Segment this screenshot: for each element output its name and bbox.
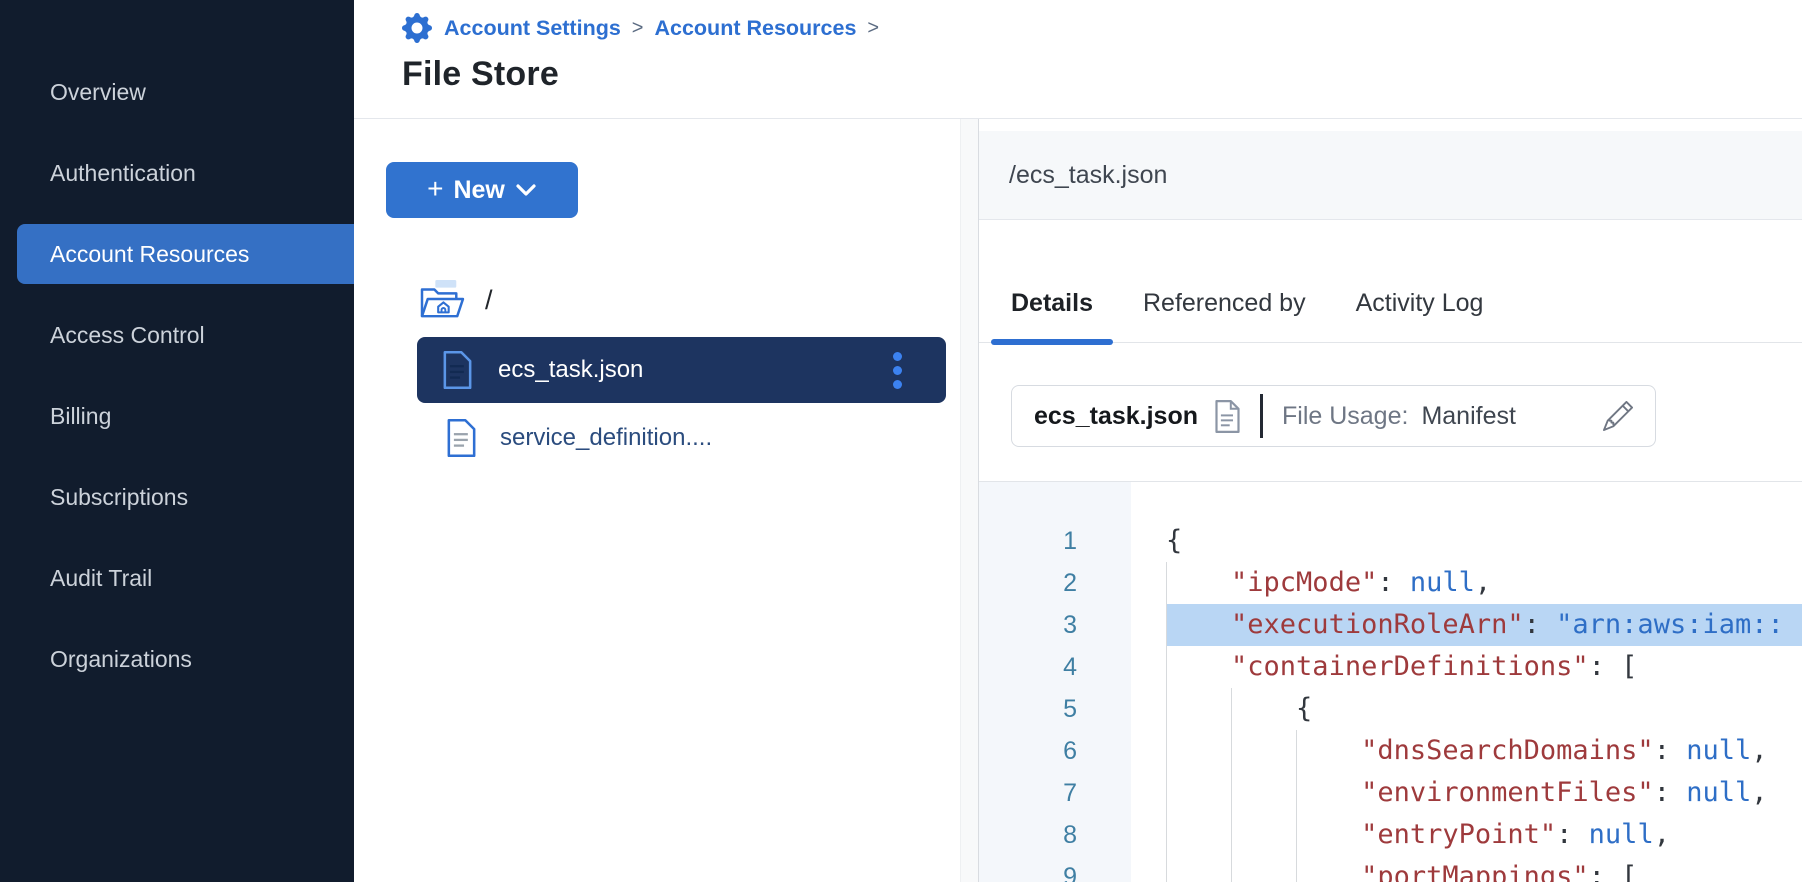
line-number: 7 — [979, 772, 1077, 814]
indent-guide — [1166, 562, 1167, 604]
indent-guide — [1166, 604, 1167, 646]
sidebar-item-billing[interactable]: Billing — [0, 386, 354, 446]
file-store-panel: + New / ecs_task.json — [354, 119, 978, 882]
kebab-menu-icon[interactable] — [877, 337, 917, 403]
code-line: "entryPoint": null, — [1166, 814, 1802, 856]
code-line: { — [1166, 520, 1802, 562]
line-number: 8 — [979, 814, 1077, 856]
indent-guide — [1166, 688, 1167, 730]
root-folder-row[interactable]: / — [419, 278, 493, 322]
file-info-card: ecs_task.json File Usage: Manifest — [1011, 385, 1656, 447]
page-header: Account Settings > Account Resources > File… — [354, 0, 1802, 119]
breadcrumb-separator: > — [867, 17, 879, 40]
code-line: "dnsSearchDomains": null, — [1166, 730, 1802, 772]
sidebar-item-account-resources[interactable]: Account Resources — [17, 224, 354, 284]
tab-bar: Details Referenced by Activity Log — [979, 220, 1802, 343]
sidebar-item-authentication[interactable]: Authentication — [0, 143, 354, 203]
gear-icon — [402, 13, 432, 43]
home-folder-icon — [419, 280, 465, 320]
indent-guide — [1166, 856, 1167, 882]
page-title: File Store — [402, 55, 559, 94]
indent-guide — [1231, 688, 1232, 730]
file-details-panel: /ecs_task.json Details Referenced by Activ… — [978, 119, 1802, 882]
file-row[interactable]: service_definition.... — [417, 407, 946, 469]
indent-guide — [1231, 814, 1232, 856]
chevron-down-icon — [515, 183, 537, 197]
line-number: 5 — [979, 688, 1077, 730]
scrollbar-track[interactable] — [960, 119, 978, 882]
breadcrumb-items: Account Settings > Account Resources > — [444, 16, 890, 41]
breadcrumb-link-account-resources[interactable]: Account Resources — [654, 16, 856, 41]
line-number: 1 — [979, 520, 1077, 562]
file-path: /ecs_task.json — [1009, 161, 1167, 190]
indent-guide — [1166, 646, 1167, 688]
line-number: 9 — [979, 856, 1077, 882]
sidebar: Overview Authentication Account Resources A… — [0, 0, 354, 882]
code-line-highlighted: "executionRoleArn": "arn:aws:iam:: — [1166, 604, 1802, 646]
file-name: ecs_task.json — [498, 356, 643, 384]
sidebar-item-organizations[interactable]: Organizations — [0, 629, 354, 689]
app-window: OverviewAuthenticationAccount ResourcesA… — [0, 0, 1802, 882]
sidebar-item-subscriptions[interactable]: Subscriptions — [0, 467, 354, 527]
file-usage-value: Manifest — [1421, 402, 1515, 431]
code-content: { "ipcMode": null, "executionRoleArn": "… — [1131, 482, 1802, 882]
indent-guide — [1296, 730, 1297, 772]
line-number: 6 — [979, 730, 1077, 772]
indent-guide — [1231, 772, 1232, 814]
breadcrumb: Account Settings > Account Resources > — [402, 10, 890, 46]
indent-guide — [1231, 730, 1232, 772]
tab-details[interactable]: Details — [1009, 289, 1095, 318]
indent-guide — [1296, 814, 1297, 856]
line-number: 4 — [979, 646, 1077, 688]
sidebar-item-audit-trail[interactable]: Audit Trail — [0, 548, 354, 608]
file-path-bar: /ecs_task.json — [979, 131, 1802, 220]
indent-guide — [1231, 856, 1232, 882]
divider — [1260, 394, 1263, 438]
code-line: "ipcMode": null, — [1166, 562, 1802, 604]
tab-activity-log[interactable]: Activity Log — [1354, 289, 1486, 318]
sidebar-nav: Overview Authentication Account Resources A… — [0, 62, 354, 689]
indent-guide — [1166, 814, 1167, 856]
sidebar-item-access-control[interactable]: Access Control — [0, 305, 354, 365]
file-icon — [442, 351, 473, 389]
indent-guide — [1166, 730, 1167, 772]
code-viewer[interactable]: 123456789 { "ipcMode": null, "executionR… — [979, 481, 1802, 882]
code-line: "containerDefinitions": [ — [1166, 646, 1802, 688]
tab-referenced-by[interactable]: Referenced by — [1141, 289, 1308, 318]
card-file-name: ecs_task.json — [1034, 402, 1198, 431]
code-line: "portMappings": [ — [1166, 856, 1802, 882]
file-name: service_definition.... — [500, 424, 712, 452]
file-usage-label: File Usage: — [1282, 402, 1408, 431]
document-icon — [1214, 400, 1241, 433]
indent-guide — [1296, 772, 1297, 814]
breadcrumb-separator: > — [632, 17, 644, 40]
new-button-label: New — [453, 176, 504, 205]
file-row-selected[interactable]: ecs_task.json — [417, 337, 946, 403]
indent-guide — [1166, 772, 1167, 814]
plus-icon: + — [427, 175, 443, 203]
indent-guide — [1296, 856, 1297, 882]
sidebar-item-overview[interactable]: Overview — [0, 62, 354, 122]
active-tab-underline — [991, 339, 1113, 345]
edit-pencil-icon[interactable] — [1603, 401, 1633, 431]
root-folder-label: / — [485, 285, 493, 316]
code-line: { — [1166, 688, 1802, 730]
line-number: 3 — [979, 604, 1077, 646]
line-number-gutter: 123456789 — [979, 482, 1131, 882]
new-button[interactable]: + New — [386, 162, 578, 218]
code-line: "environmentFiles": null, — [1166, 772, 1802, 814]
line-number: 2 — [979, 562, 1077, 604]
file-icon — [446, 419, 477, 457]
breadcrumb-link-account-settings[interactable]: Account Settings — [444, 16, 621, 41]
